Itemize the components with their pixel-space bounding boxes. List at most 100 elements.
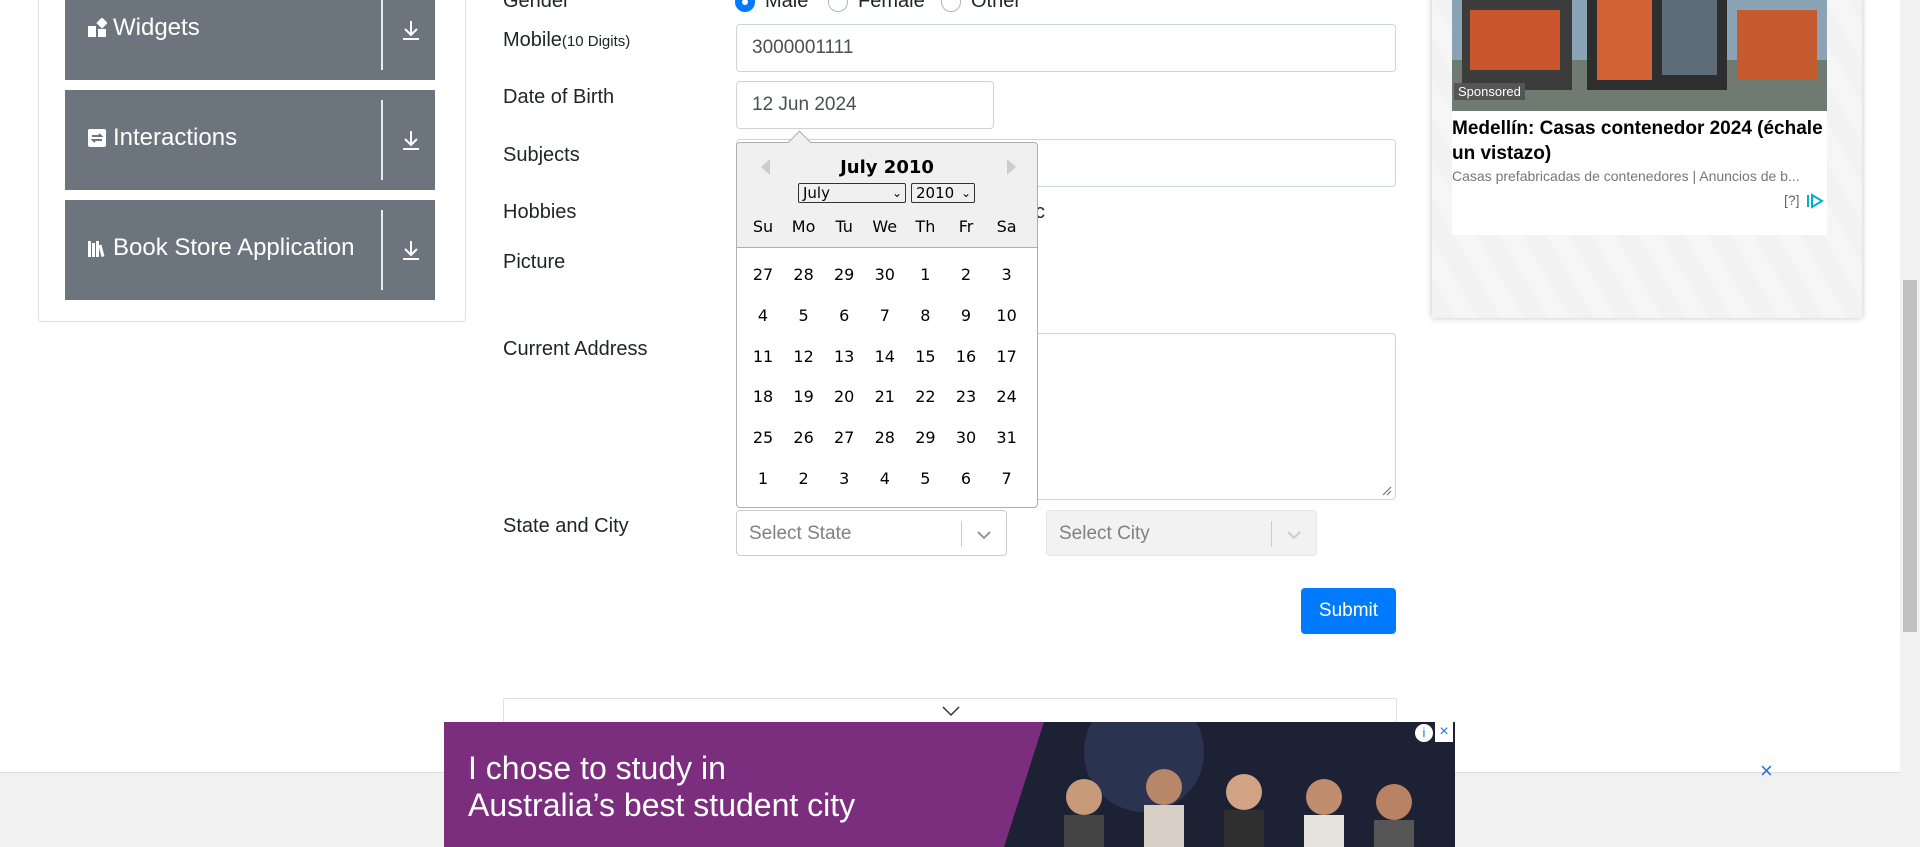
submit-button[interactable]: Submit [1301, 588, 1396, 634]
calendar-day[interactable]: 2 [946, 259, 986, 291]
sidebar-group-divider [381, 210, 383, 290]
sidebar-group-widgets[interactable]: Widgets [65, 0, 435, 80]
calendar-day[interactable]: 1 [905, 259, 945, 291]
ad-source[interactable]: Casas prefabricadas de contenedores | An… [1452, 168, 1827, 184]
sponsored-badge: Sponsored [1454, 83, 1525, 100]
calendar-day[interactable]: 19 [784, 381, 824, 413]
resize-handle-icon[interactable] [1382, 486, 1392, 496]
calendar-day[interactable]: 10 [987, 300, 1027, 332]
dob-label: Date of Birth [503, 86, 615, 108]
chevron-down-icon[interactable] [1284, 525, 1304, 545]
state-select[interactable]: Select State [736, 510, 1007, 556]
download-icon[interactable] [399, 128, 423, 152]
mobile-hint: (10 Digits) [561, 33, 631, 50]
calendar-day[interactable]: 14 [865, 341, 905, 373]
calendar-day[interactable]: 26 [784, 422, 824, 454]
sidebar-group-book-store-application[interactable]: Book Store Application [65, 200, 435, 300]
gender-male-label[interactable]: Male [765, 0, 808, 13]
sidebar-group-interactions[interactable]: Interactions [65, 90, 435, 190]
mobile-label-text: Mobile [503, 29, 562, 51]
calendar-day[interactable]: 21 [865, 381, 905, 413]
ad-headline[interactable]: Medellín: Casas contenedor 2024 (échale … [1452, 116, 1827, 166]
download-icon[interactable] [399, 238, 423, 262]
day-name: Sa [996, 217, 1017, 236]
calendar-day[interactable]: 11 [743, 341, 783, 373]
banner-slant [984, 722, 1044, 847]
year-select[interactable]: 2010 ⌄ [911, 183, 975, 203]
day-name: Mo [791, 217, 816, 236]
gender-other-label[interactable]: Other [971, 0, 1021, 13]
calendar-day[interactable]: 7 [865, 300, 905, 332]
gender-other-radio[interactable] [941, 0, 961, 12]
address-label: Current Address [503, 338, 648, 360]
gender-female-radio[interactable] [828, 0, 848, 12]
calendar-day[interactable]: 22 [905, 381, 945, 413]
chevron-down-icon[interactable] [974, 525, 994, 545]
mobile-input[interactable]: 3000001111 [736, 24, 1396, 72]
calendar-day[interactable]: 18 [743, 381, 783, 413]
calendar-day[interactable]: 4 [743, 300, 783, 332]
gender-label: Gender [503, 0, 570, 12]
calendar-day[interactable]: 8 [905, 300, 945, 332]
calendar-day[interactable]: 1 [743, 463, 783, 495]
calendar-day[interactable]: 2 [784, 463, 824, 495]
datepicker-popup: July 2010 July ⌄ 2010 ⌄ Su Mo Tu We Th Fr Sa 27 2… [736, 130, 1038, 508]
ad-image[interactable]: Sponsored [1452, 0, 1827, 111]
day-name: We [872, 217, 898, 236]
calendar-day[interactable]: 30 [865, 259, 905, 291]
calendar-day[interactable]: 6 [946, 463, 986, 495]
datepicker-header: July 2010 July ⌄ 2010 ⌄ Su Mo Tu We Th Fr Sa [737, 143, 1037, 248]
sidebar-group-label: Widgets [113, 14, 200, 41]
calendar-day[interactable]: 13 [824, 341, 864, 373]
calendar-day[interactable]: 28 [865, 422, 905, 454]
calendar-day[interactable]: 29 [905, 422, 945, 454]
datepicker-title: July 2010 [840, 157, 934, 178]
year-select-value: 2010 [916, 184, 955, 202]
state-city-label: State and City [503, 515, 629, 537]
book-store-icon [87, 238, 107, 258]
calendar-day[interactable]: 6 [824, 300, 864, 332]
gender-male-radio[interactable] [735, 0, 755, 12]
month-select[interactable]: July ⌄ [798, 183, 906, 203]
calendar-day[interactable]: 3 [824, 463, 864, 495]
calendar-day[interactable]: 28 [784, 259, 824, 291]
calendar-day[interactable]: 20 [824, 381, 864, 413]
calendar-day[interactable]: 25 [743, 422, 783, 454]
close-icon[interactable]: × [1435, 722, 1453, 742]
calendar-day[interactable]: 27 [743, 259, 783, 291]
subjects-label: Subjects [503, 144, 580, 166]
info-icon[interactable]: i [1415, 724, 1433, 742]
city-placeholder: Select City [1059, 523, 1150, 544]
city-select[interactable]: Select City [1046, 510, 1317, 556]
dob-input[interactable]: 12 Jun 2024 [736, 81, 994, 129]
calendar-day[interactable]: 12 [784, 341, 824, 373]
calendar-day[interactable]: 30 [946, 422, 986, 454]
calendar-day[interactable]: 4 [865, 463, 905, 495]
calendar-day[interactable]: 27 [824, 422, 864, 454]
ad-help-link[interactable]: [?] [1784, 192, 1800, 208]
close-icon[interactable]: × [1760, 758, 1773, 784]
adchoices-icon[interactable] [1806, 193, 1824, 209]
bottom-banner-ad[interactable]: I chose to study in Australia’s best stu… [444, 722, 1455, 847]
calendar-day[interactable]: 9 [946, 300, 986, 332]
calendar-day[interactable]: 29 [824, 259, 864, 291]
calendar-day[interactable]: 5 [905, 463, 945, 495]
chevron-down-icon: ⌄ [891, 186, 902, 200]
picture-label: Picture [503, 251, 566, 273]
mobile-label: Mobile(10 Digits) [503, 29, 630, 52]
calendar-day[interactable]: 31 [987, 422, 1027, 454]
calendar-day[interactable]: 17 [987, 341, 1027, 373]
calendar-day[interactable]: 15 [905, 341, 945, 373]
chevron-down-icon[interactable] [941, 705, 961, 717]
calendar-day[interactable]: 24 [987, 381, 1027, 413]
download-icon[interactable] [399, 18, 423, 42]
gender-female-label[interactable]: Female [858, 0, 925, 13]
calendar-day[interactable]: 3 [987, 259, 1027, 291]
calendar-day[interactable]: 7 [987, 463, 1027, 495]
calendar-day[interactable]: 16 [946, 341, 986, 373]
scrollbar-thumb[interactable] [1903, 280, 1917, 632]
calendar-day[interactable]: 5 [784, 300, 824, 332]
day-name: Tu [835, 217, 853, 236]
calendar-day[interactable]: 23 [946, 381, 986, 413]
state-select-separator [961, 521, 962, 547]
